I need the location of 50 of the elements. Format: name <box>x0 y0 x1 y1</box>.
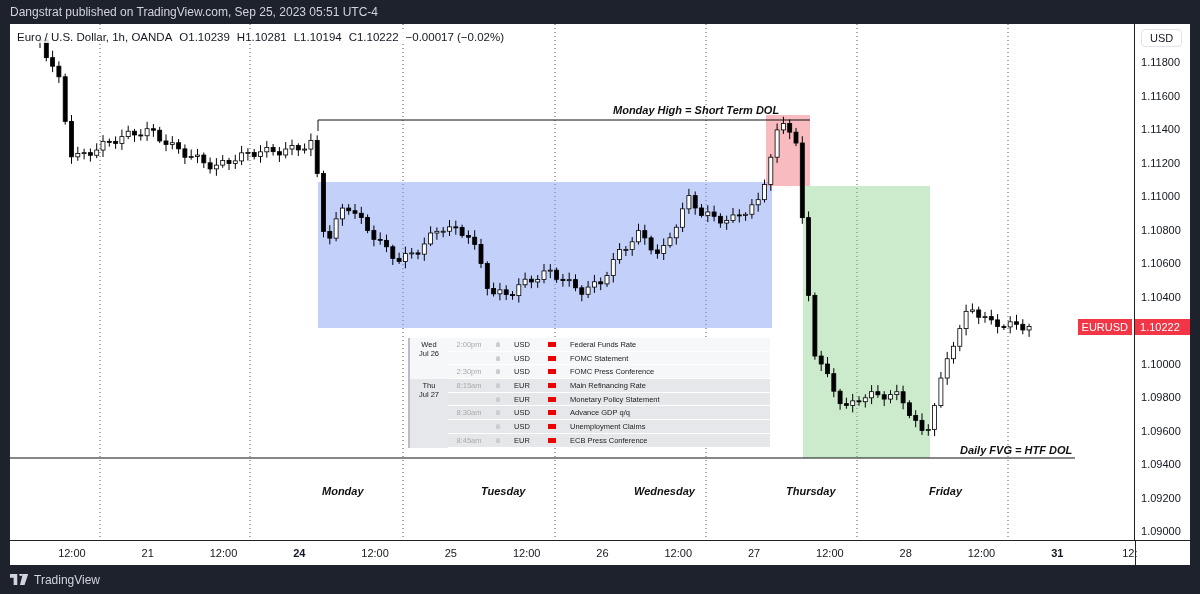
time-label: 26 <box>595 546 610 561</box>
price-label: 1.10000 <box>1140 356 1182 372</box>
currency-button[interactable]: USD <box>1141 29 1183 47</box>
day-label: Thursday <box>786 485 836 497</box>
last-price-label: 1.10222 <box>1135 319 1191 335</box>
time-label: 12:00 <box>511 546 542 561</box>
time-label: 12:00 <box>966 546 997 561</box>
legend-text: −0.00017 (−0.02%) <box>405 31 504 43</box>
price-label: 1.09000 <box>1140 524 1182 539</box>
price-label: 1.10800 <box>1140 222 1182 238</box>
time-label: 31 <box>1050 546 1065 561</box>
time-label: 12:00 <box>360 546 390 561</box>
legend-text: L1.10194 <box>293 31 342 43</box>
day-label: Friday <box>929 485 962 497</box>
bell-icon <box>496 355 500 361</box>
brand-name: TradingView <box>34 572 101 587</box>
legend-text: C1.10222 <box>348 31 399 43</box>
chart-annotation: Monday High = Short Term DOL <box>613 104 780 116</box>
price-label: 1.10600 <box>1140 256 1182 271</box>
time-label: 27 <box>746 546 762 561</box>
time-label: 12:00 <box>663 546 694 561</box>
time-label: 12:00 <box>815 546 845 561</box>
price-label: 1.11800 <box>1140 55 1181 70</box>
price-label: 1.11000 <box>1140 189 1181 204</box>
time-label: 25 <box>443 546 458 561</box>
bell-icon <box>496 369 500 375</box>
legend-text: H1.10281 <box>236 31 287 43</box>
time-label: 24 <box>292 546 307 561</box>
bell-icon <box>496 341 500 347</box>
price-label: 1.09200 <box>1140 490 1182 506</box>
price-label: 1.11200 <box>1140 155 1181 171</box>
price-label: 1.10400 <box>1140 289 1182 305</box>
price-label: 1.09400 <box>1140 457 1182 472</box>
price-label: 1.09800 <box>1140 390 1182 405</box>
price-label: 1.09600 <box>1140 423 1182 439</box>
time-label: 12:00 <box>208 546 239 561</box>
price-label: 1.11600 <box>1140 88 1181 104</box>
day-label: Tuesday <box>481 485 526 497</box>
legend-text: O1.10239 <box>179 31 230 43</box>
symbol-label: EURUSD <box>1077 319 1133 335</box>
logo-icon <box>10 574 30 585</box>
day-label: Monday <box>322 485 364 497</box>
chart-annotation: Daily FVG = HTF DOL <box>960 444 1073 456</box>
time-label: 12:00 <box>57 546 87 561</box>
price-label: 1.11400 <box>1140 122 1181 137</box>
time-label: 28 <box>898 546 913 561</box>
time-label: 21 <box>140 546 155 561</box>
legend-text: Euro / U.S. Dollar, 1h, OANDA <box>17 31 173 43</box>
day-label: Wednesday <box>634 485 695 497</box>
publish-info: Dangstrat published on TradingView.com, Sep 25, 2023 05:51 UTC-4 <box>10 5 378 19</box>
